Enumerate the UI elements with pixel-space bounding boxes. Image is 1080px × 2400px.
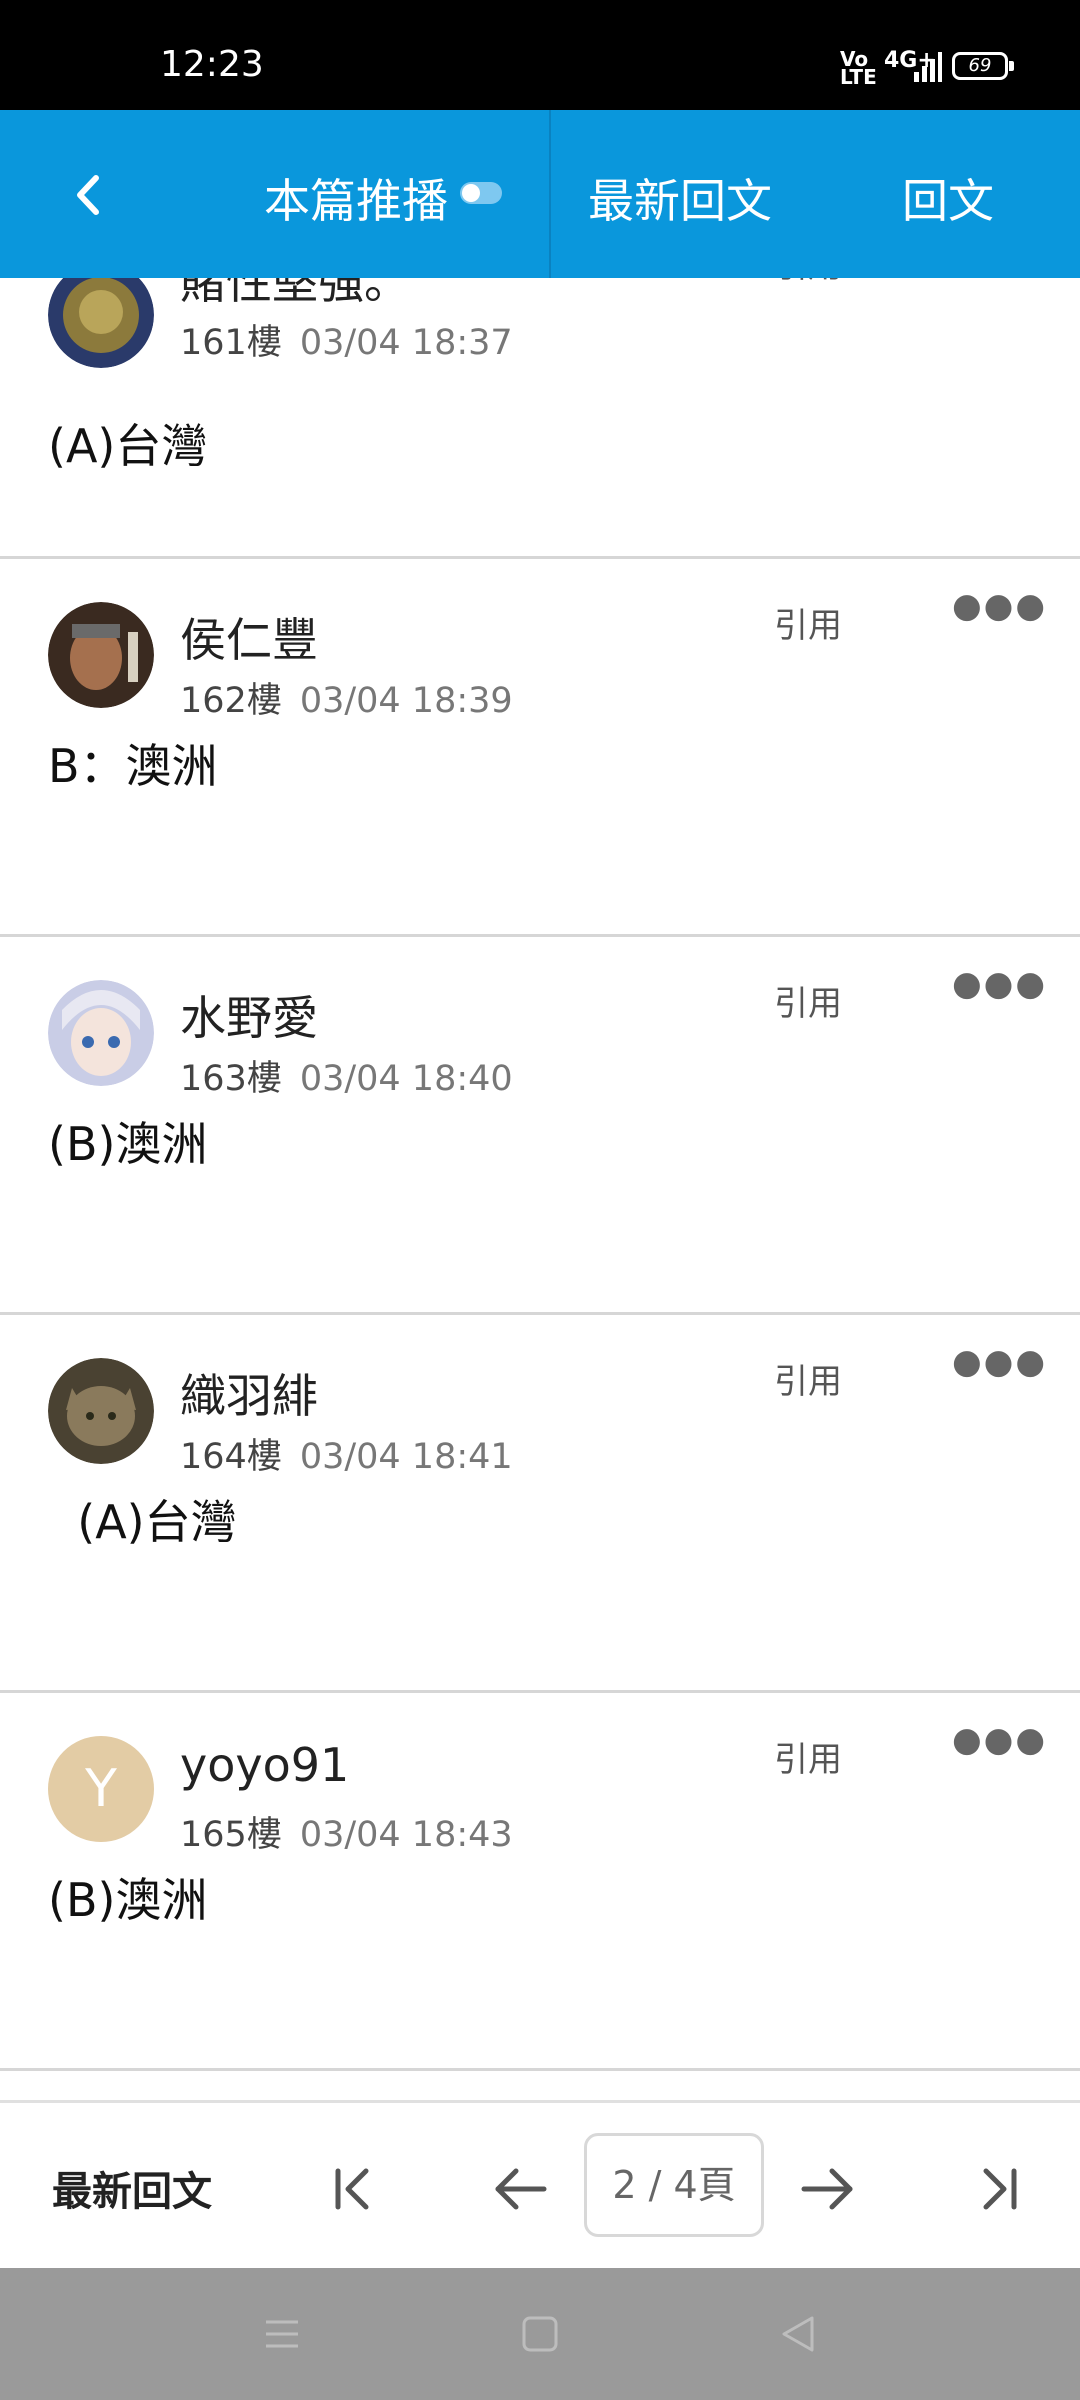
status-bar: 12:23 Vo LTE 4G+ 69 xyxy=(0,0,1080,110)
post-meta: 162樓 03/04 18:39 xyxy=(180,672,513,723)
avatar-letter: Y xyxy=(85,1759,117,1819)
post-time: 03/04 18:41 xyxy=(299,1437,513,1477)
post-item: 賭性堅強。 161樓 03/04 18:37 引用 (A)台灣 xyxy=(0,278,1080,559)
author-name[interactable]: 賭性堅強。 xyxy=(180,278,410,312)
page-indicator[interactable]: 2 / 4頁 xyxy=(584,2133,764,2237)
author-name[interactable]: 織羽緋 xyxy=(180,1360,318,1426)
more-options-icon[interactable]: ●●● xyxy=(952,964,1047,1004)
next-page-icon[interactable] xyxy=(796,2157,860,2221)
author-name[interactable]: 水野愛 xyxy=(180,982,318,1048)
avatar-image xyxy=(48,278,154,368)
avatar[interactable]: Y xyxy=(48,1736,154,1842)
post-time: 03/04 18:40 xyxy=(299,1059,513,1099)
app-bar-divider xyxy=(549,110,551,278)
post-item: Y yoyo91 165樓 03/04 18:43 引用 ●●● (B)澳洲 xyxy=(0,1690,1080,2071)
battery-icon: 69 xyxy=(952,52,1014,80)
app-bar: 本篇推播 最新回文 回文 xyxy=(0,110,1080,278)
signal-icon xyxy=(914,52,942,82)
avatar[interactable] xyxy=(48,980,154,1086)
home-icon[interactable] xyxy=(518,2312,562,2356)
floor-number: 165樓 xyxy=(180,1815,282,1855)
post-body: (A)台灣 xyxy=(48,419,208,473)
floor-number: 162樓 xyxy=(180,681,282,721)
system-nav-bar xyxy=(0,2268,1080,2400)
post-time: 03/04 18:37 xyxy=(299,323,513,363)
back-nav-icon[interactable] xyxy=(776,2312,820,2356)
post-list[interactable]: 賭性堅強。 161樓 03/04 18:37 引用 (A)台灣 侯仁豐 162樓 0… xyxy=(0,278,1080,2100)
first-page-icon[interactable] xyxy=(322,2157,386,2221)
pagination-bar: 最新回文 2 / 4頁 xyxy=(0,2100,1080,2271)
post-meta: 164樓 03/04 18:41 xyxy=(180,1428,513,1479)
avatar-image xyxy=(48,980,154,1086)
avatar[interactable] xyxy=(48,278,154,368)
floor-number: 161樓 xyxy=(180,323,282,363)
last-page-icon[interactable] xyxy=(966,2157,1030,2221)
avatar[interactable] xyxy=(48,1358,154,1464)
battery-level: 69 xyxy=(968,55,992,76)
tab-latest-replies[interactable]: 最新回文 xyxy=(588,165,772,231)
post-meta: 165樓 03/04 18:43 xyxy=(180,1806,513,1857)
author-name[interactable]: yoyo91 xyxy=(180,1738,349,1792)
post-item: 侯仁豐 162樓 03/04 18:39 引用 ●●● B：澳洲 xyxy=(0,556,1080,937)
post-time: 03/04 18:39 xyxy=(299,681,513,721)
volte-icon: Vo LTE xyxy=(840,47,877,89)
floor-number: 163樓 xyxy=(180,1059,282,1099)
quote-button[interactable]: 引用 xyxy=(774,598,842,647)
quote-button[interactable]: 引用 xyxy=(774,1732,842,1781)
more-options-icon[interactable]: ●●● xyxy=(952,1342,1047,1382)
reply-button[interactable]: 回文 xyxy=(902,165,994,231)
post-time: 03/04 18:43 xyxy=(299,1815,513,1855)
more-options-icon[interactable]: ●●● xyxy=(952,586,1047,626)
avatar-image xyxy=(48,1358,154,1464)
author-name[interactable]: 侯仁豐 xyxy=(180,604,318,670)
toggle-knob xyxy=(462,184,480,202)
status-time: 12:23 xyxy=(160,44,264,85)
post-item: 水野愛 163樓 03/04 18:40 引用 ●●● (B)澳洲 xyxy=(0,934,1080,1315)
menu-icon[interactable] xyxy=(260,2312,304,2356)
post-meta: 161樓 03/04 18:37 xyxy=(180,314,513,365)
broadcast-toggle[interactable] xyxy=(460,182,502,204)
quote-button[interactable]: 引用 xyxy=(774,278,842,287)
quote-button[interactable]: 引用 xyxy=(774,1354,842,1403)
previous-page-icon[interactable] xyxy=(488,2157,552,2221)
tab-broadcast[interactable]: 本篇推播 xyxy=(264,165,448,231)
more-options-icon[interactable]: ●●● xyxy=(952,1720,1047,1760)
post-meta: 163樓 03/04 18:40 xyxy=(180,1050,513,1101)
post-body: B：澳洲 xyxy=(48,739,218,793)
avatar-image xyxy=(48,602,154,708)
post-body: (A)台灣 xyxy=(48,1495,237,1549)
quote-button[interactable]: 引用 xyxy=(774,976,842,1025)
post-body: (B)澳洲 xyxy=(48,1117,208,1171)
floor-number: 164樓 xyxy=(180,1437,282,1477)
latest-replies-button[interactable]: 最新回文 xyxy=(52,2159,212,2217)
post-body: (B)澳洲 xyxy=(48,1873,208,1927)
post-item: 織羽緋 164樓 03/04 18:41 引用 ●●● (A)台灣 xyxy=(0,1312,1080,1693)
avatar[interactable] xyxy=(48,602,154,708)
back-icon[interactable] xyxy=(58,160,118,230)
